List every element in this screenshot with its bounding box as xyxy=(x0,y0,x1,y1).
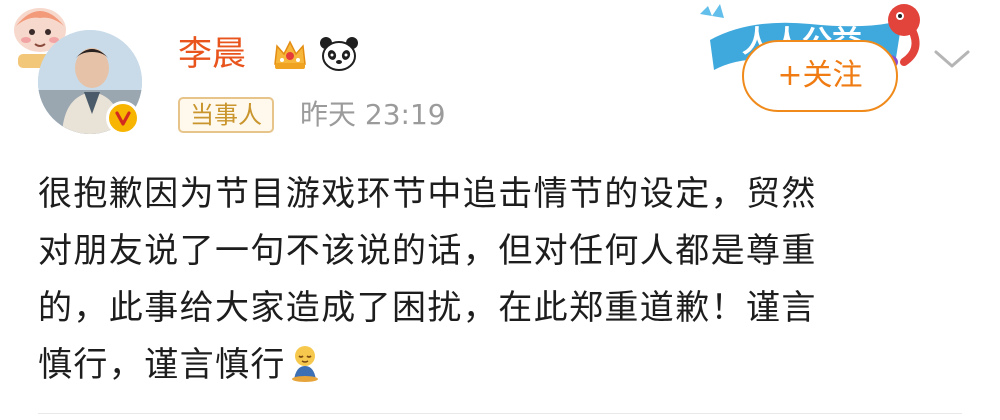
post-line: 很抱歉因为节目游戏环节中追击情节的设定，贸然 xyxy=(38,174,817,214)
post-body: 很抱歉因为节目游戏环节中追击情节的设定，贸然 对朋友说了一句不该说的话，但对任何… xyxy=(38,166,968,394)
verified-badge-icon xyxy=(106,101,140,135)
bowing-emoji-icon xyxy=(291,346,318,382)
weibo-post: 李晨 当事人 昨天 23:19 人人公益 +关注 很抱歉因为节目游戏 xyxy=(0,0,1000,420)
follow-button[interactable]: +关注 xyxy=(742,40,898,112)
post-line: 对朋友说了一句不该说的话，但对任何人都是尊重 xyxy=(38,231,817,271)
post-line: 的，此事给大家造成了困扰，在此郑重道歉！谨言 xyxy=(38,288,817,328)
chevron-down-icon[interactable] xyxy=(930,44,974,74)
username[interactable]: 李晨 xyxy=(178,34,246,74)
divider xyxy=(38,413,962,414)
post-line-text: 慎行，谨言慎行 xyxy=(38,345,286,385)
post-line-last: 慎行，谨言慎行 xyxy=(38,337,968,394)
crown-icon xyxy=(274,40,306,69)
post-time: 昨天 23:19 xyxy=(300,98,446,131)
panda-icon xyxy=(320,37,358,71)
role-tag: 当事人 xyxy=(178,97,274,133)
